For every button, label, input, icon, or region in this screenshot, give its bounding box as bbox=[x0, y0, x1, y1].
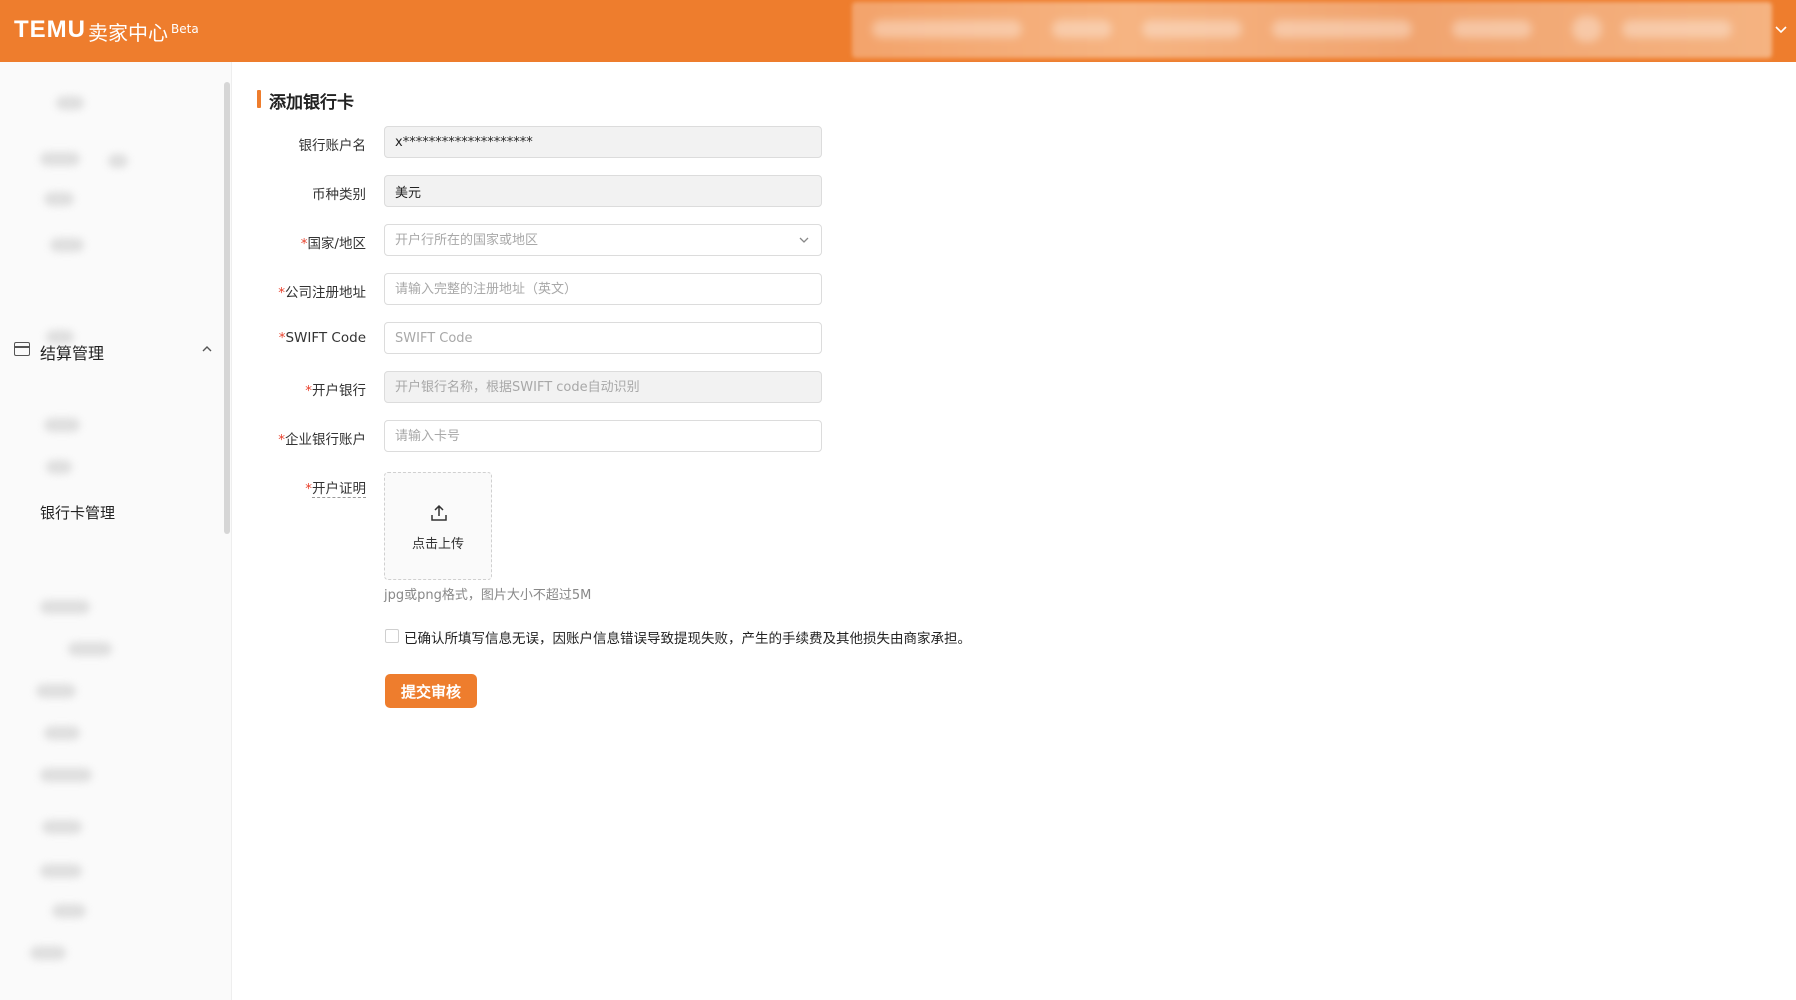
sidebar-item[interactable] bbox=[40, 152, 80, 166]
sidebar-item[interactable] bbox=[44, 192, 74, 206]
submit-button[interactable]: 提交审核 bbox=[385, 674, 477, 708]
account-name-field[interactable] bbox=[384, 126, 822, 158]
sidebar-item[interactable] bbox=[44, 418, 80, 432]
card-icon bbox=[14, 342, 30, 356]
sidebar-item[interactable] bbox=[50, 238, 84, 252]
certificate-label: *开户证明 bbox=[305, 481, 366, 498]
country-select[interactable] bbox=[384, 224, 822, 256]
sidebar-item[interactable] bbox=[44, 726, 80, 740]
sidebar-item[interactable] bbox=[42, 820, 82, 834]
sidebar-item[interactable] bbox=[40, 600, 90, 614]
sidebar-item[interactable] bbox=[40, 768, 92, 782]
chevron-up-icon[interactable] bbox=[202, 344, 212, 354]
account-name-label: 银行账户名 bbox=[298, 138, 367, 154]
sidebar: 结算管理 银行卡管理 bbox=[0, 62, 232, 1000]
currency-field[interactable] bbox=[384, 175, 822, 207]
main-content: 添加银行卡 银行账户名 币种类别 *国家/地区 *公司注册地址 *SWIFT C… bbox=[232, 62, 1796, 1000]
sidebar-item[interactable] bbox=[46, 460, 72, 474]
chevron-down-icon[interactable] bbox=[1774, 22, 1788, 36]
country-label: *国家/地区 bbox=[300, 236, 366, 252]
upload-button[interactable]: 点击上传 bbox=[384, 472, 492, 580]
swift-input[interactable] bbox=[384, 322, 822, 354]
title-accent-bar bbox=[257, 90, 261, 108]
beta-badge: Beta bbox=[171, 22, 199, 36]
sidebar-item[interactable] bbox=[68, 642, 112, 656]
bank-field[interactable] bbox=[384, 371, 822, 403]
sidebar-item[interactable] bbox=[40, 864, 82, 878]
upload-label: 点击上传 bbox=[411, 537, 464, 552]
sidebar-item[interactable] bbox=[46, 330, 74, 344]
sidebar-item-bank-card[interactable]: 银行卡管理 bbox=[40, 502, 115, 523]
upload-icon bbox=[431, 504, 447, 521]
account-number-label: *企业银行账户 bbox=[278, 432, 366, 448]
address-input[interactable] bbox=[384, 273, 822, 305]
sidebar-group-label: 结算管理 bbox=[40, 344, 105, 363]
chevron-down-icon[interactable] bbox=[798, 234, 810, 246]
sidebar-item[interactable] bbox=[52, 904, 86, 918]
sidebar-group-settlement[interactable]: 结算管理 bbox=[0, 330, 222, 370]
bank-label: *开户银行 bbox=[305, 383, 366, 399]
sidebar-item[interactable] bbox=[108, 154, 128, 168]
confirm-checkbox[interactable] bbox=[385, 629, 399, 643]
address-label: *公司注册地址 bbox=[278, 285, 366, 301]
seller-center-title: 卖家中心 bbox=[88, 21, 168, 45]
page-title: 添加银行卡 bbox=[269, 93, 354, 113]
blurred-header-nav bbox=[852, 2, 1772, 58]
sidebar-item[interactable] bbox=[56, 96, 84, 110]
sidebar-item[interactable] bbox=[36, 684, 76, 698]
upload-hint: jpg或png格式，图片大小不超过5M bbox=[384, 588, 592, 603]
confirm-text[interactable]: 已确认所填写信息无误，因账户信息错误导致提现失败，产生的手续费及其他损失由商家承… bbox=[404, 627, 971, 647]
currency-label: 币种类别 bbox=[312, 187, 366, 203]
sidebar-item[interactable] bbox=[30, 946, 66, 960]
swift-label: *SWIFT Code bbox=[278, 330, 366, 346]
top-header: TEMU 卖家中心 Beta bbox=[0, 0, 1796, 62]
temu-logo[interactable]: TEMU bbox=[14, 16, 86, 44]
sidebar-scrollbar[interactable] bbox=[224, 82, 230, 534]
account-number-input[interactable] bbox=[384, 420, 822, 452]
